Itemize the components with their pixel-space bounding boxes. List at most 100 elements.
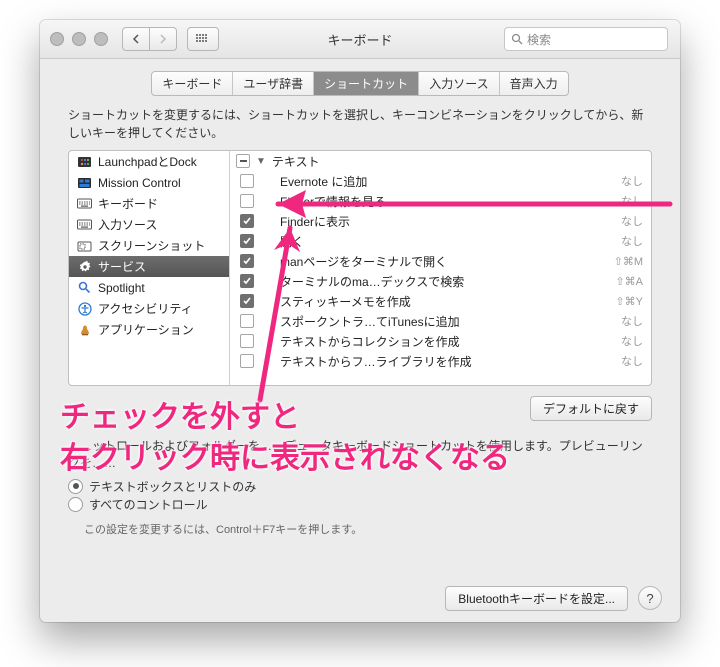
launchpad-icon	[77, 155, 92, 168]
service-label: スティッキーメモを作成	[280, 293, 607, 310]
show-all-button[interactable]	[187, 27, 219, 51]
service-shortcut[interactable]: なし	[621, 233, 643, 249]
service-label: テキストからフ…ライブラリを作成	[280, 353, 613, 370]
service-checkbox[interactable]	[240, 354, 254, 368]
service-shortcut[interactable]: ⇧⌘A	[615, 275, 643, 288]
fka-radio-all[interactable]: すべてのコントロール	[68, 495, 652, 513]
category-label: アプリケーション	[98, 321, 194, 338]
keyboard-icon	[77, 197, 92, 210]
service-row[interactable]: スポークントラ…てiTunesに追加なし	[230, 311, 651, 331]
service-checkbox[interactable]	[240, 214, 254, 228]
fka-hint: この設定を変更するには、Control＋F7キーを押します。	[84, 521, 652, 537]
service-checkbox[interactable]	[240, 274, 254, 288]
service-row[interactable]: Evernote に追加なし	[230, 171, 651, 191]
accessibility-icon	[77, 302, 92, 315]
service-row[interactable]: 開くなし	[230, 231, 651, 251]
service-label: Finderで情報を見る	[280, 193, 613, 210]
close-icon[interactable]	[50, 32, 64, 46]
category-item[interactable]: Mission Control	[69, 172, 229, 193]
fka-radio-all-label: すべてのコントロール	[89, 496, 208, 513]
category-item[interactable]: アプリケーション	[69, 319, 229, 340]
group-label: テキスト	[272, 153, 320, 170]
service-checkbox[interactable]	[240, 174, 254, 188]
category-item[interactable]: Spotlight	[69, 277, 229, 298]
service-checkbox[interactable]	[240, 294, 254, 308]
category-item[interactable]: 入力ソース	[69, 214, 229, 235]
service-label: Finderに表示	[280, 213, 613, 230]
service-row[interactable]: テキストからコレクションを作成なし	[230, 331, 651, 351]
shortcut-panes: LaunchpadとDock Mission Control キーボード入力ソースス…	[68, 150, 652, 386]
spotlight-icon	[77, 281, 92, 294]
service-row[interactable]: スティッキーメモを作成 ⇧⌘Y	[230, 291, 651, 311]
service-row[interactable]: manページをターミナルで開く ⇧⌘M	[230, 251, 651, 271]
service-row[interactable]: Finderに表示なし	[230, 211, 651, 231]
fka-radio-textboxes[interactable]: テキストボックスとリストのみ	[68, 477, 652, 495]
service-label: スポークントラ…てiTunesに追加	[280, 313, 613, 330]
keyboard-icon	[77, 218, 92, 231]
category-item[interactable]: LaunchpadとDock	[69, 151, 229, 172]
titlebar: キーボード 検索	[40, 20, 680, 59]
disclosure-triangle-icon[interactable]: ▼	[256, 156, 266, 167]
search-icon	[511, 33, 523, 45]
tab-2[interactable]: ショートカット	[314, 72, 419, 95]
category-item[interactable]: スクリーンショット	[69, 235, 229, 256]
category-item[interactable]: アクセシビリティ	[69, 298, 229, 319]
full-keyboard-access: ……ットロールおよびフォルダーを……デュータキーボードショートカットを使用します…	[68, 437, 652, 537]
window-controls	[50, 32, 108, 46]
zoom-icon[interactable]	[94, 32, 108, 46]
restore-defaults-button[interactable]: デフォルトに戻す	[530, 396, 652, 421]
service-checkbox[interactable]	[240, 194, 254, 208]
back-button[interactable]	[122, 27, 150, 51]
category-label: 入力ソース	[98, 216, 157, 233]
service-row[interactable]: Finderで情報を見るなし	[230, 191, 651, 211]
grid-icon	[196, 34, 210, 44]
category-label: LaunchpadとDock	[98, 153, 197, 170]
tab-0[interactable]: キーボード	[152, 72, 233, 95]
help-button[interactable]: ?	[638, 586, 662, 610]
service-shortcut[interactable]: なし	[621, 193, 643, 209]
service-shortcut[interactable]: なし	[621, 333, 643, 349]
bottom-bar: Bluetoothキーボードを設定... ?	[40, 574, 680, 622]
minimize-icon[interactable]	[72, 32, 86, 46]
preferences-window: キーボード 検索 キーボードユーザ辞書ショートカット入力ソース音声入力 ショート…	[40, 20, 680, 622]
bluetooth-keyboard-button[interactable]: Bluetoothキーボードを設定...	[445, 586, 628, 611]
service-shortcut[interactable]: ⇧⌘Y	[615, 295, 643, 308]
forward-button[interactable]	[150, 27, 177, 51]
service-checkbox[interactable]	[240, 334, 254, 348]
radio-off-icon	[68, 497, 83, 512]
service-checkbox[interactable]	[240, 234, 254, 248]
tab-4[interactable]: 音声入力	[500, 72, 568, 95]
service-label: Evernote に追加	[280, 173, 613, 190]
category-label: Mission Control	[98, 176, 181, 190]
category-item[interactable]: キーボード	[69, 193, 229, 214]
service-row[interactable]: テキストからフ…ライブラリを作成なし	[230, 351, 651, 371]
search-placeholder: 検索	[527, 31, 551, 48]
service-label: 開く	[280, 233, 613, 250]
tab-row: キーボードユーザ辞書ショートカット入力ソース音声入力	[40, 59, 680, 106]
tab-3[interactable]: 入力ソース	[419, 72, 499, 95]
screenshot-icon	[77, 239, 92, 252]
services-icon	[77, 260, 92, 273]
category-list[interactable]: LaunchpadとDock Mission Control キーボード入力ソースス…	[69, 151, 230, 385]
service-label: テキストからコレクションを作成	[280, 333, 613, 350]
service-checkbox[interactable]	[240, 254, 254, 268]
category-label: サービス	[98, 258, 146, 275]
service-shortcut[interactable]: なし	[621, 173, 643, 189]
search-input[interactable]: 検索	[504, 27, 668, 51]
service-label: manページをターミナルで開く	[280, 253, 606, 270]
nav-back-forward	[122, 27, 177, 51]
fka-description: ……ットロールおよびフォルダーを……デュータキーボードショートカットを使用します…	[68, 437, 652, 471]
fka-radio-textboxes-label: テキストボックスとリストのみ	[89, 478, 256, 495]
service-group-header[interactable]: ▼ テキスト	[230, 151, 651, 171]
service-shortcut[interactable]: なし	[621, 353, 643, 369]
service-shortcut[interactable]: なし	[621, 313, 643, 329]
service-shortcut[interactable]: ⇧⌘M	[614, 255, 643, 268]
service-list[interactable]: ▼テキストEvernote に追加なしFinderで情報を見るなしFinderに…	[230, 151, 651, 385]
service-checkbox[interactable]	[240, 314, 254, 328]
tab-1[interactable]: ユーザ辞書	[233, 72, 314, 95]
mission-icon	[77, 176, 92, 189]
mixed-checkbox-icon[interactable]	[236, 154, 250, 168]
category-item[interactable]: サービス	[69, 256, 229, 277]
service-row[interactable]: ターミナルのma…デックスで検索⇧⌘A	[230, 271, 651, 291]
service-shortcut[interactable]: なし	[621, 213, 643, 229]
